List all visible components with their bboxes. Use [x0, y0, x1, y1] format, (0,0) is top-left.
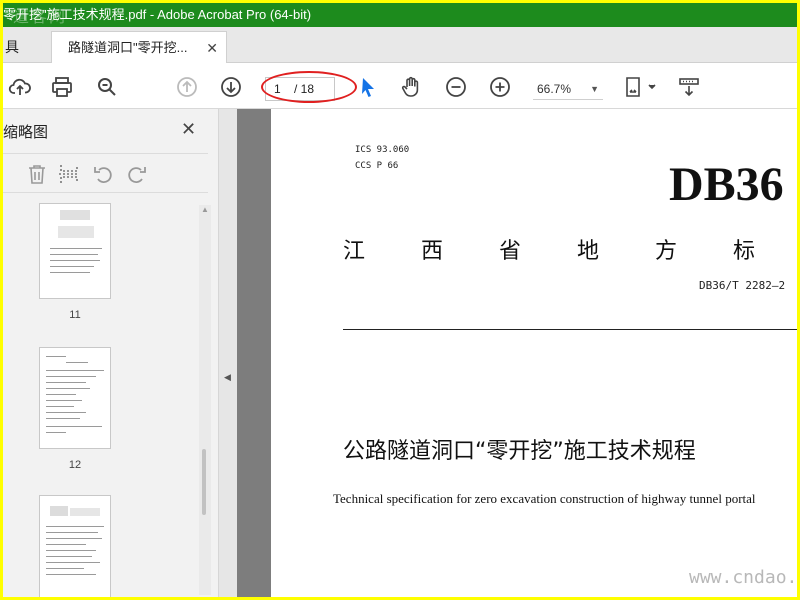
zoom-in-icon[interactable]: [487, 74, 513, 100]
doc-ics: ICS 93.060: [355, 145, 410, 155]
select-arrow-icon[interactable]: [355, 74, 381, 100]
panel-title: 缩略图: [3, 124, 49, 141]
thumbnail-panel: 缩略图 ✕ 11 12 ▲: [3, 109, 219, 597]
fit-page-icon[interactable]: [621, 74, 661, 100]
doc-code: DB36/T 2282—2: [699, 279, 786, 292]
footer-watermark: www.cndao.com: [689, 567, 797, 588]
cloud-upload-icon[interactable]: [7, 74, 33, 100]
rotate-right-icon[interactable]: [125, 162, 149, 186]
tab-tools[interactable]: 具: [3, 31, 43, 63]
previous-page-icon[interactable]: [174, 74, 200, 100]
scroll-mode-icon[interactable]: [676, 74, 702, 100]
title-watermark: 道客网: [13, 7, 68, 26]
page-thumbnail-12[interactable]: [39, 347, 111, 449]
thumbnail-toolbar: [3, 153, 208, 193]
next-page-icon[interactable]: [218, 74, 244, 100]
page-thumbnail-11[interactable]: [39, 203, 111, 299]
thumbnail-scrollbar[interactable]: ▲: [199, 205, 211, 595]
thumbnail-label-11: 11: [69, 309, 81, 321]
scroll-up-arrow-icon[interactable]: ▲: [201, 205, 209, 214]
doc-standard-mark: DB36: [669, 158, 784, 211]
print-icon[interactable]: [49, 74, 75, 100]
page-thumbnail-13[interactable]: [39, 495, 111, 597]
doc-ccs: CCS P 66: [355, 161, 399, 171]
panel-splitter[interactable]: ◀: [219, 109, 237, 597]
thumbnail-label-12: 12: [68, 459, 82, 471]
delete-icon[interactable]: [25, 162, 49, 186]
zoom-search-icon[interactable]: [94, 74, 120, 100]
pdf-page: ICS 93.060 CCS P 66 DB36 江西省地方标 DB36/T 2…: [271, 109, 797, 597]
title-bar: 零开挖"施工技术规程.pdf - Adobe Acrobat Pro (64-b…: [3, 3, 797, 27]
scrollbar-thumb[interactable]: [202, 449, 206, 515]
current-page-input[interactable]: 1: [274, 78, 281, 100]
extract-icon[interactable]: [57, 162, 81, 186]
doc-title-cn: 公路隧道洞口“零开挖”施工技术规程: [343, 439, 696, 464]
tab-bar: 具 路隧道洞口"零开挖... ✕: [3, 27, 797, 64]
page-number-field[interactable]: 1 / 18: [265, 77, 335, 101]
hand-icon[interactable]: [398, 74, 424, 100]
doc-title-en: Technical specification for zero excavat…: [333, 491, 756, 506]
rotate-left-icon[interactable]: [91, 162, 115, 186]
panel-close-button[interactable]: ✕: [181, 119, 196, 140]
document-view: ICS 93.060 CCS P 66 DB36 江西省地方标 DB36/T 2…: [237, 109, 797, 597]
zoom-value: 66.7%: [537, 82, 572, 96]
acrobat-window: 零开挖"施工技术规程.pdf - Adobe Acrobat Pro (64-b…: [3, 3, 797, 597]
doc-province-line: 江西省地方标: [343, 239, 797, 264]
zoom-level-select[interactable]: 66.7% ▼: [533, 78, 603, 100]
tab-document[interactable]: 路隧道洞口"零开挖... ✕: [51, 31, 227, 64]
tab-close-button[interactable]: ✕: [206, 32, 218, 64]
toolbar: 1 / 18 66.7% ▼: [3, 63, 797, 109]
total-pages-label: / 18: [294, 82, 315, 96]
chevron-down-icon: ▼: [590, 84, 599, 94]
zoom-out-icon[interactable]: [443, 74, 469, 100]
collapse-panel-icon[interactable]: ◀: [224, 372, 231, 383]
tab-document-label: 路隧道洞口"零开挖...: [68, 40, 188, 55]
doc-divider: [343, 329, 797, 330]
